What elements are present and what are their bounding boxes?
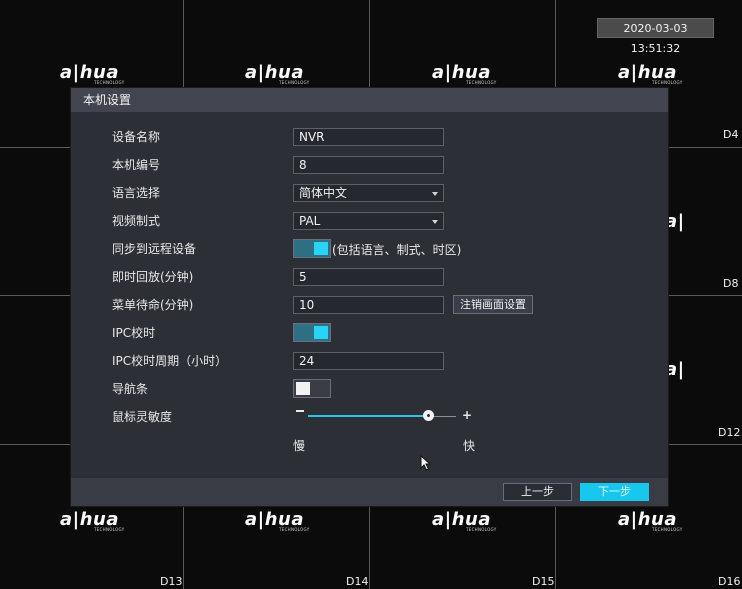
channel-label: D12 [718, 426, 741, 439]
channel-label: D16 [718, 575, 741, 588]
mouse-cursor-icon [420, 455, 432, 471]
logout-screen-settings-button[interactable]: 注销画面设置 [453, 295, 533, 314]
sync-remote-note: (包括语言、制式、时区) [332, 243, 462, 257]
logo-subtitle: TECHNOLOGY [466, 527, 497, 532]
dahua-logo: a|hua [665, 212, 685, 232]
dahua-logo: a|hua TECHNOLOGY [618, 509, 683, 533]
nav-bar-toggle[interactable] [293, 379, 331, 398]
video-standard-label: 视频制式 [112, 214, 161, 228]
dahua-logo: a|hua TECHNOLOGY [432, 62, 497, 86]
logo-subtitle: TECHNOLOGY [279, 80, 310, 85]
video-standard-select[interactable]: PAL [293, 212, 444, 230]
menu-standby-input[interactable]: 10 [293, 296, 444, 314]
sync-remote-label: 同步到远程设备 [112, 242, 197, 256]
dahua-logo: a|hua TECHNOLOGY [245, 62, 310, 86]
slider-plus-icon[interactable]: + [462, 409, 472, 421]
dialog-footer: 上一步 下一步 [71, 478, 668, 506]
dahua-logo: a|hua TECHNOLOGY [618, 62, 683, 86]
instant-playback-label: 即时回放(分钟) [112, 270, 194, 284]
sensitivity-slider-thumb[interactable] [422, 410, 434, 421]
dahua-logo: a|hua TECHNOLOGY [60, 509, 125, 533]
toggle-knob [314, 242, 328, 255]
language-select[interactable]: 简体中文 [293, 184, 444, 202]
instant-playback-input[interactable]: 5 [293, 268, 444, 286]
previous-step-button[interactable]: 上一步 [503, 483, 572, 501]
channel-label: D15 [532, 575, 555, 588]
channel-label: D8 [723, 277, 739, 290]
device-name-input[interactable]: NVR [293, 128, 444, 146]
logo-subtitle: TECHNOLOGY [94, 80, 125, 85]
local-settings-dialog: 本机设置 设备名称 NVR 本机编号 8 语言选择 简体中文 视频制式 PAL … [71, 88, 668, 506]
logo-subtitle: TECHNOLOGY [652, 527, 683, 532]
ipc-time-sync-label: IPC校时 [112, 326, 156, 340]
toggle-knob [296, 382, 310, 395]
ipc-sync-period-label: IPC校时周期（小时） [112, 354, 228, 368]
device-no-input[interactable]: 8 [293, 156, 444, 174]
device-name-label: 设备名称 [112, 130, 161, 144]
dahua-logo: a|hua TECHNOLOGY [60, 62, 125, 86]
language-label: 语言选择 [112, 186, 161, 200]
sensitivity-slider-fill [308, 415, 428, 417]
device-no-label: 本机编号 [112, 158, 161, 172]
ipc-sync-period-input[interactable]: 24 [293, 352, 444, 370]
logo-subtitle: TECHNOLOGY [94, 527, 125, 532]
channel-label: D13 [160, 575, 183, 588]
channel-label: D14 [346, 575, 369, 588]
slow-label: 慢 [293, 439, 306, 453]
logo-subtitle: TECHNOLOGY [279, 527, 310, 532]
datetime-display: 2020-03-03 13:51:32 [597, 18, 714, 55]
menu-standby-label: 菜单待命(分钟) [112, 298, 194, 312]
ipc-time-sync-toggle[interactable] [293, 323, 331, 342]
toggle-knob [314, 326, 328, 339]
fast-label: 快 [463, 439, 476, 453]
dialog-title: 本机设置 [71, 88, 668, 112]
logo-subtitle: TECHNOLOGY [652, 80, 683, 85]
dahua-logo: a|hua [665, 360, 685, 380]
sync-remote-toggle[interactable] [293, 239, 331, 258]
logo-subtitle: TECHNOLOGY [466, 80, 497, 85]
dahua-logo: a|hua TECHNOLOGY [245, 509, 310, 533]
dahua-logo: a|hua TECHNOLOGY [432, 509, 497, 533]
mouse-sensitivity-label: 鼠标灵敏度 [112, 410, 173, 424]
slider-minus-icon[interactable] [296, 410, 304, 412]
channel-label: D4 [723, 128, 739, 141]
nav-bar-label: 导航条 [112, 382, 149, 396]
next-step-button[interactable]: 下一步 [580, 483, 649, 501]
